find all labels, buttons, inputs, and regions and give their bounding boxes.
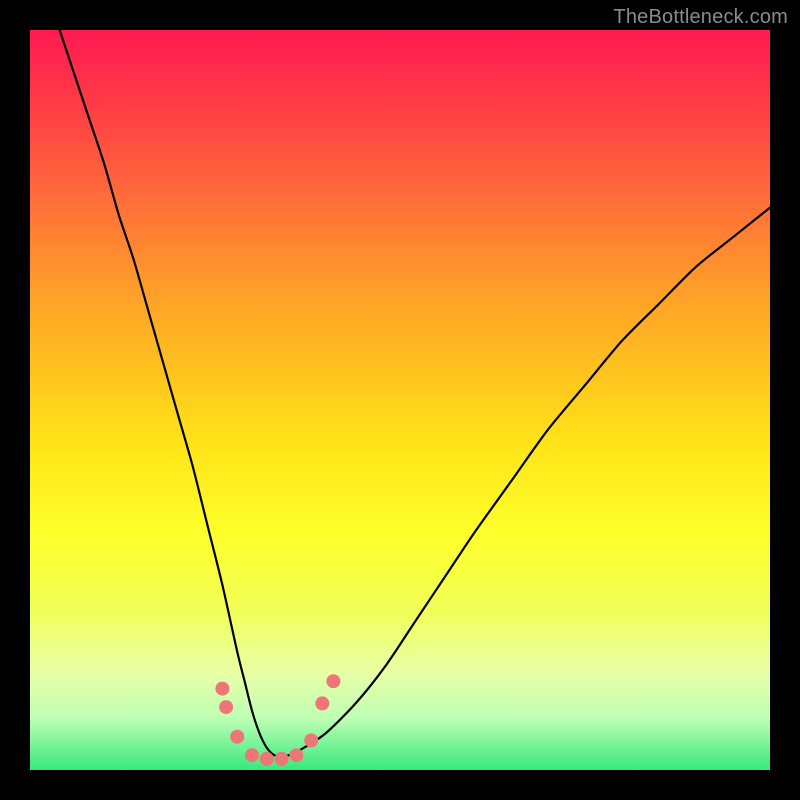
watermark-text: TheBottleneck.com	[613, 6, 788, 29]
marker-group	[215, 674, 340, 766]
dot-right-low	[304, 733, 318, 747]
dot-left-low	[230, 730, 244, 744]
dot-left-lower	[219, 700, 233, 714]
bottleneck-curve	[60, 30, 770, 756]
chart-svg	[30, 30, 770, 770]
chart-frame: TheBottleneck.com	[0, 0, 800, 800]
dot-floor-3	[275, 752, 289, 766]
dot-right-upper	[315, 696, 329, 710]
dot-left-upper	[215, 682, 229, 696]
dot-floor-1	[245, 748, 259, 762]
dot-floor-4	[289, 748, 303, 762]
chart-plot-area	[30, 30, 770, 770]
dot-right-top	[326, 674, 340, 688]
dot-floor-2	[260, 752, 274, 766]
